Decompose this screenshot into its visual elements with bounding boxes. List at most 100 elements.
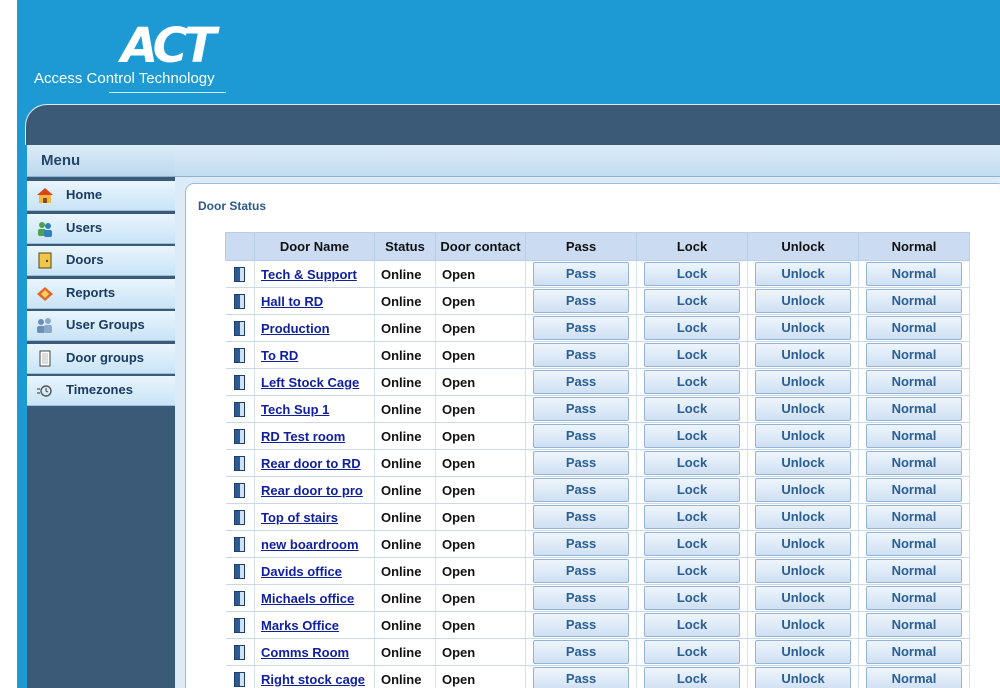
normal-button[interactable]: Normal [866,262,962,286]
pass-button[interactable]: Pass [533,343,629,367]
pass-button[interactable]: Pass [533,289,629,313]
door-name-link[interactable]: Right stock cage [261,672,365,687]
normal-button[interactable]: Normal [866,478,962,502]
pass-button[interactable]: Pass [533,316,629,340]
normal-button[interactable]: Normal [866,640,962,664]
door-name-link[interactable]: Comms Room [261,645,349,660]
normal-button[interactable]: Normal [866,505,962,529]
sidebar-item-door-groups[interactable]: Door groups [27,343,175,374]
normal-button[interactable]: Normal [866,532,962,556]
lock-button[interactable]: Lock [644,667,740,688]
door-name-link[interactable]: RD Test room [261,429,345,444]
table-row: Michaels office Online Open Pass Lock Unlock N… [225,584,970,612]
lock-button[interactable]: Lock [644,586,740,610]
unlock-button[interactable]: Unlock [755,262,851,286]
unlock-button[interactable]: Unlock [755,586,851,610]
door-name-link[interactable]: Michaels office [261,591,354,606]
lock-button[interactable]: Lock [644,289,740,313]
sidebar-item-timezones[interactable]: Timezones [27,376,175,406]
unlock-button[interactable]: Unlock [755,424,851,448]
door-name-link[interactable]: Production [261,321,330,336]
lock-button[interactable]: Lock [644,559,740,583]
normal-button[interactable]: Normal [866,424,962,448]
sidebar-item-users[interactable]: Users [27,213,175,244]
lock-button[interactable]: Lock [644,343,740,367]
normal-button[interactable]: Normal [866,451,962,475]
normal-button[interactable]: Normal [866,289,962,313]
normal-button[interactable]: Normal [866,613,962,637]
normal-cell: Normal [858,368,970,396]
unlock-button[interactable]: Unlock [755,559,851,583]
sidebar-item-user-groups[interactable]: User Groups [27,311,175,341]
door-contact: Open [435,422,526,450]
door-status: Online [374,476,436,504]
pass-button[interactable]: Pass [533,667,629,688]
door-icon [234,375,246,391]
door-name-link[interactable]: Marks Office [261,618,339,633]
pass-button[interactable]: Pass [533,370,629,394]
unlock-button[interactable]: Unlock [755,505,851,529]
door-name-link[interactable]: Rear door to RD [261,456,361,471]
door-status: Online [374,260,436,288]
lock-button[interactable]: Lock [644,451,740,475]
unlock-button[interactable]: Unlock [755,667,851,688]
lock-button[interactable]: Lock [644,478,740,502]
lock-button[interactable]: Lock [644,262,740,286]
door-icon-cell [225,584,255,612]
pass-button[interactable]: Pass [533,532,629,556]
lock-button[interactable]: Lock [644,397,740,421]
pass-button[interactable]: Pass [533,559,629,583]
pass-button[interactable]: Pass [533,505,629,529]
door-name-link[interactable]: Tech Sup 1 [261,402,329,417]
normal-button[interactable]: Normal [866,397,962,421]
lock-button[interactable]: Lock [644,505,740,529]
door-name-link[interactable]: new boardroom [261,537,359,552]
sidebar-item-reports[interactable]: Reports [27,278,175,309]
door-name-link[interactable]: Rear door to pro [261,483,363,498]
door-name-link[interactable]: Hall to RD [261,294,323,309]
normal-button[interactable]: Normal [866,316,962,340]
unlock-button[interactable]: Unlock [755,370,851,394]
lock-button[interactable]: Lock [644,532,740,556]
unlock-button[interactable]: Unlock [755,640,851,664]
pass-button[interactable]: Pass [533,262,629,286]
normal-button[interactable]: Normal [866,370,962,394]
normal-button[interactable]: Normal [866,343,962,367]
door-name-link[interactable]: Davids office [261,564,342,579]
normal-button[interactable]: Normal [866,586,962,610]
page-title: Door Status [198,199,267,213]
door-name-link[interactable]: Top of stairs [261,510,338,525]
pass-button[interactable]: Pass [533,478,629,502]
door-name-link[interactable]: Left Stock Cage [261,375,359,390]
normal-button[interactable]: Normal [866,559,962,583]
unlock-button[interactable]: Unlock [755,343,851,367]
sidebar-item-label: Door groups [66,349,144,365]
pass-button[interactable]: Pass [533,613,629,637]
unlock-button[interactable]: Unlock [755,316,851,340]
lock-button[interactable]: Lock [644,613,740,637]
unlock-button[interactable]: Unlock [755,613,851,637]
pass-button[interactable]: Pass [533,397,629,421]
pass-button[interactable]: Pass [533,424,629,448]
door-name-link[interactable]: Tech & Support [261,267,357,282]
unlock-button[interactable]: Unlock [755,478,851,502]
unlock-button[interactable]: Unlock [755,397,851,421]
lock-button[interactable]: Lock [644,316,740,340]
unlock-button[interactable]: Unlock [755,289,851,313]
door-icon [234,672,246,688]
pass-button[interactable]: Pass [533,451,629,475]
lock-button[interactable]: Lock [644,370,740,394]
sidebar-item-home[interactable]: Home [27,181,175,211]
pass-button[interactable]: Pass [533,586,629,610]
lock-button[interactable]: Lock [644,424,740,448]
unlock-button[interactable]: Unlock [755,532,851,556]
sidebar-item-label: Timezones [66,382,133,397]
normal-button[interactable]: Normal [866,667,962,688]
column-header-door-name: Door Name [254,232,375,261]
pass-button[interactable]: Pass [533,640,629,664]
unlock-button[interactable]: Unlock [755,451,851,475]
unlock-cell: Unlock [747,260,859,288]
lock-button[interactable]: Lock [644,640,740,664]
door-name-link[interactable]: To RD [261,348,298,363]
sidebar-item-doors[interactable]: Doors [27,246,175,276]
